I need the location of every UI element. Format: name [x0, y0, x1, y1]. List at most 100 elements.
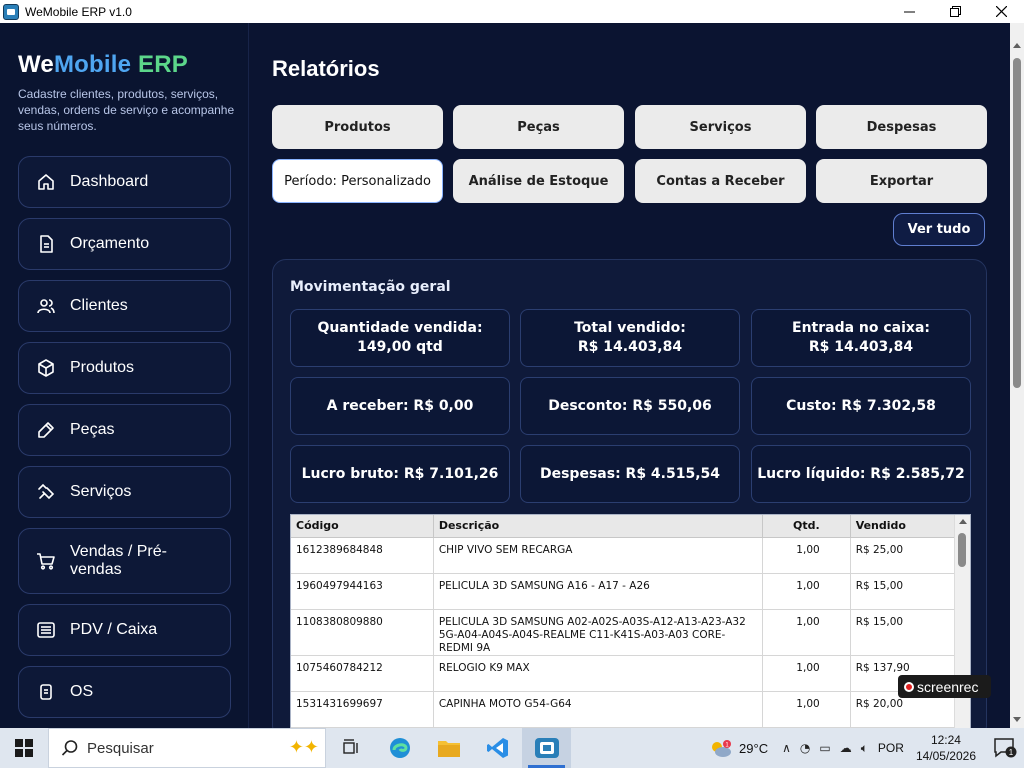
restore-icon	[949, 6, 961, 17]
tab-despesas[interactable]: Despesas	[816, 105, 987, 149]
close-icon	[995, 6, 1007, 17]
column-header-descricao[interactable]: Descrição	[433, 515, 764, 538]
column-header-qtd[interactable]: Qtd.	[762, 515, 851, 538]
app-tagline: Cadastre clientes, produtos, serviços, v…	[18, 87, 235, 133]
scroll-down-icon[interactable]	[1013, 717, 1021, 722]
cell-codigo: 1108380809880	[291, 609, 434, 656]
page-title: Relatórios	[272, 56, 380, 81]
window-scrollbar[interactable]	[1010, 23, 1024, 728]
register-icon	[35, 619, 57, 641]
sidebar-item-label: OS	[70, 683, 94, 700]
export-button[interactable]: Exportar	[816, 159, 987, 203]
stat-lucro-liquido: Lucro líquido: R$ 2.585,72	[751, 445, 971, 503]
minimize-button[interactable]	[886, 0, 932, 23]
cell-vendido: R$ 15,00	[850, 573, 956, 610]
cell-vendido: R$ 15,00	[850, 609, 956, 656]
panel-title: Movimentação geral	[290, 279, 451, 295]
tab-pecas[interactable]: Peças	[453, 105, 624, 149]
video-icon[interactable]: ▭	[819, 741, 830, 755]
edge-icon	[389, 738, 410, 758]
clock[interactable]: 12:24 14/05/2026	[916, 732, 976, 764]
sparkle-icon: ✦✦	[288, 737, 319, 758]
svg-text:1: 1	[1009, 748, 1014, 757]
table-row[interactable]: 1960497944163 PELICULA 3D SAMSUNG A16 - …	[291, 573, 956, 610]
app-logo: WeMobile ERP	[18, 51, 188, 78]
cart-icon	[35, 550, 57, 572]
cell-vendido: R$ 25,00	[850, 537, 956, 574]
cell-descricao: CAPINHA MOTO G54-G64	[433, 691, 764, 728]
restore-button[interactable]	[932, 0, 978, 23]
stat-desconto: Desconto: R$ 550,06	[520, 377, 740, 435]
scroll-thumb[interactable]	[1013, 58, 1021, 388]
sidebar-item-label: Dashboard	[70, 173, 149, 190]
document-icon	[35, 233, 57, 255]
tab-analise-estoque[interactable]: Análise de Estoque	[453, 159, 624, 203]
task-view-button[interactable]	[326, 728, 375, 768]
column-header-vendido[interactable]: Vendido	[850, 515, 956, 538]
cell-descricao: PELICULA 3D SAMSUNG A02-A02S-A03S-A12-A1…	[433, 609, 764, 656]
ver-tudo-button[interactable]: Ver tudo	[893, 213, 985, 246]
sidebar-item-dashboard[interactable]: Dashboard	[18, 156, 231, 208]
column-header-codigo[interactable]: Código	[291, 515, 434, 538]
sidebar-item-produtos[interactable]: Produtos	[18, 342, 231, 394]
tab-produtos[interactable]: Produtos	[272, 105, 443, 149]
clipboard-icon	[35, 681, 57, 703]
stat-quantidade-vendida: Quantidade vendida: 149,00 qtd	[290, 309, 510, 367]
home-icon	[35, 171, 57, 193]
stat-custo: Custo: R$ 7.302,58	[751, 377, 971, 435]
notification-icon: 1	[994, 738, 1017, 758]
sidebar-item-os[interactable]: OS	[18, 666, 231, 718]
weather-widget[interactable]: 1 29°C	[709, 739, 768, 757]
cell-codigo: 1612389684848	[291, 537, 434, 574]
products-table[interactable]: Código Descrição Qtd. Vendido 1612389684…	[290, 514, 971, 728]
taskbar-search[interactable]: Pesquisar ✦✦	[48, 728, 326, 768]
table-row[interactable]: 1612389684848 CHIP VIVO SEM RECARGA 1,00…	[291, 537, 956, 574]
sidebar-item-label: Vendas / Pré-vendas	[70, 543, 167, 578]
tab-contas-receber[interactable]: Contas a Receber	[635, 159, 806, 203]
stat-lucro-bruto: Lucro bruto: R$ 7.101,26	[290, 445, 510, 503]
start-button[interactable]	[0, 728, 48, 768]
windows-icon	[15, 739, 33, 757]
notification-button[interactable]: 1	[992, 735, 1018, 761]
sidebar-item-pecas[interactable]: Peças	[18, 404, 231, 456]
wrench-icon	[35, 481, 57, 503]
record-icon	[904, 681, 914, 692]
cell-qtd: 1,00	[762, 537, 851, 574]
language-indicator[interactable]: POR	[878, 741, 904, 755]
minimize-icon	[903, 11, 915, 13]
table-row[interactable]: 1075460784212 RELOGIO K9 MAX 1,00 R$ 137…	[291, 655, 956, 692]
scroll-up-icon[interactable]	[1013, 43, 1021, 48]
sidebar-item-label: PDV / Caixa	[70, 621, 158, 638]
meet-now-icon[interactable]: ◔	[800, 741, 810, 755]
taskbar-wemobile-erp[interactable]	[522, 728, 571, 768]
cell-descricao: PELICULA 3D SAMSUNG A16 - A17 - A26	[433, 573, 764, 610]
tool-icon	[35, 419, 57, 441]
taskbar-vscode[interactable]	[473, 728, 522, 768]
network-icon[interactable]: ☁	[840, 741, 852, 755]
period-select[interactable]: Período: Personalizado	[272, 159, 443, 203]
cell-codigo: 1075460784212	[291, 655, 434, 692]
scroll-thumb[interactable]	[958, 533, 966, 567]
main-content: Relatórios Produtos Peças Serviços Despe…	[250, 23, 1010, 728]
sidebar-item-servicos[interactable]: Serviços	[18, 466, 231, 518]
close-button[interactable]	[978, 0, 1024, 23]
sidebar-item-vendas[interactable]: Vendas / Pré-vendas	[18, 528, 231, 594]
speaker-icon[interactable]: 🔈︎	[861, 741, 868, 756]
table-row[interactable]: 1108380809880 PELICULA 3D SAMSUNG A02-A0…	[291, 609, 956, 656]
tab-servicos[interactable]: Serviços	[635, 105, 806, 149]
taskbar-file-explorer[interactable]	[424, 728, 473, 768]
taskbar-edge[interactable]	[375, 728, 424, 768]
sidebar-item-label: Produtos	[70, 359, 135, 376]
sidebar-item-clientes[interactable]: Clientes	[18, 280, 231, 332]
screenrec-badge[interactable]: screenrec	[898, 675, 991, 698]
stat-despesas: Despesas: R$ 4.515,54	[520, 445, 740, 503]
taskbar: Pesquisar ✦✦ 1 29°C ∧ ◔ ▭ ☁ 🔈︎ POR 12:24	[0, 728, 1024, 768]
cell-descricao: CHIP VIVO SEM RECARGA	[433, 537, 764, 574]
scroll-up-icon[interactable]	[959, 519, 967, 524]
chevron-up-icon[interactable]: ∧	[782, 741, 791, 755]
stat-a-receber: A receber: R$ 0,00	[290, 377, 510, 435]
sidebar-item-orcamento[interactable]: Orçamento	[18, 218, 231, 270]
sidebar-item-pdv-caixa[interactable]: PDV / Caixa	[18, 604, 231, 656]
table-row[interactable]: 1531431699697 CAPINHA MOTO G54-G64 1,00 …	[291, 691, 956, 728]
search-placeholder: Pesquisar	[87, 739, 154, 757]
